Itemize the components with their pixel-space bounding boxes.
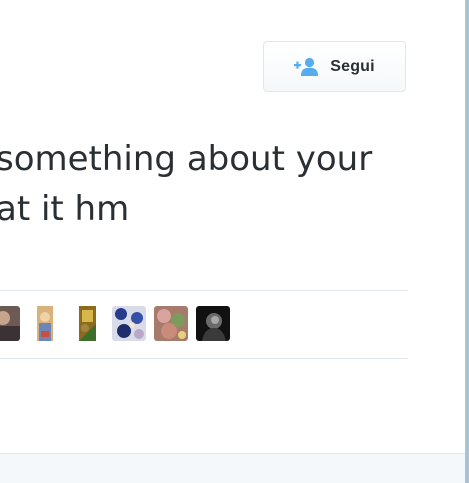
add-user-icon — [294, 57, 320, 77]
follow-button[interactable]: Segui — [263, 41, 406, 92]
footer-strip — [0, 453, 465, 483]
tweet-text-line: something about your — [0, 139, 373, 179]
avatar[interactable] — [28, 306, 62, 341]
follow-button-label: Segui — [330, 57, 375, 75]
divider — [0, 290, 408, 291]
window-edge — [465, 0, 469, 483]
tweet-text-line: at it hm — [0, 189, 130, 229]
avatar[interactable] — [196, 306, 230, 341]
avatar[interactable] — [70, 306, 104, 341]
liked-by-avatars — [0, 306, 230, 343]
divider — [0, 358, 408, 359]
avatar[interactable] — [154, 306, 188, 341]
tweet-card: Segui something about your at it hm — [0, 0, 466, 453]
avatar[interactable] — [112, 306, 146, 341]
page: Segui something about your at it hm — [0, 0, 469, 483]
avatar[interactable] — [0, 306, 20, 341]
tweet-text: something about your at it hm — [0, 134, 456, 234]
